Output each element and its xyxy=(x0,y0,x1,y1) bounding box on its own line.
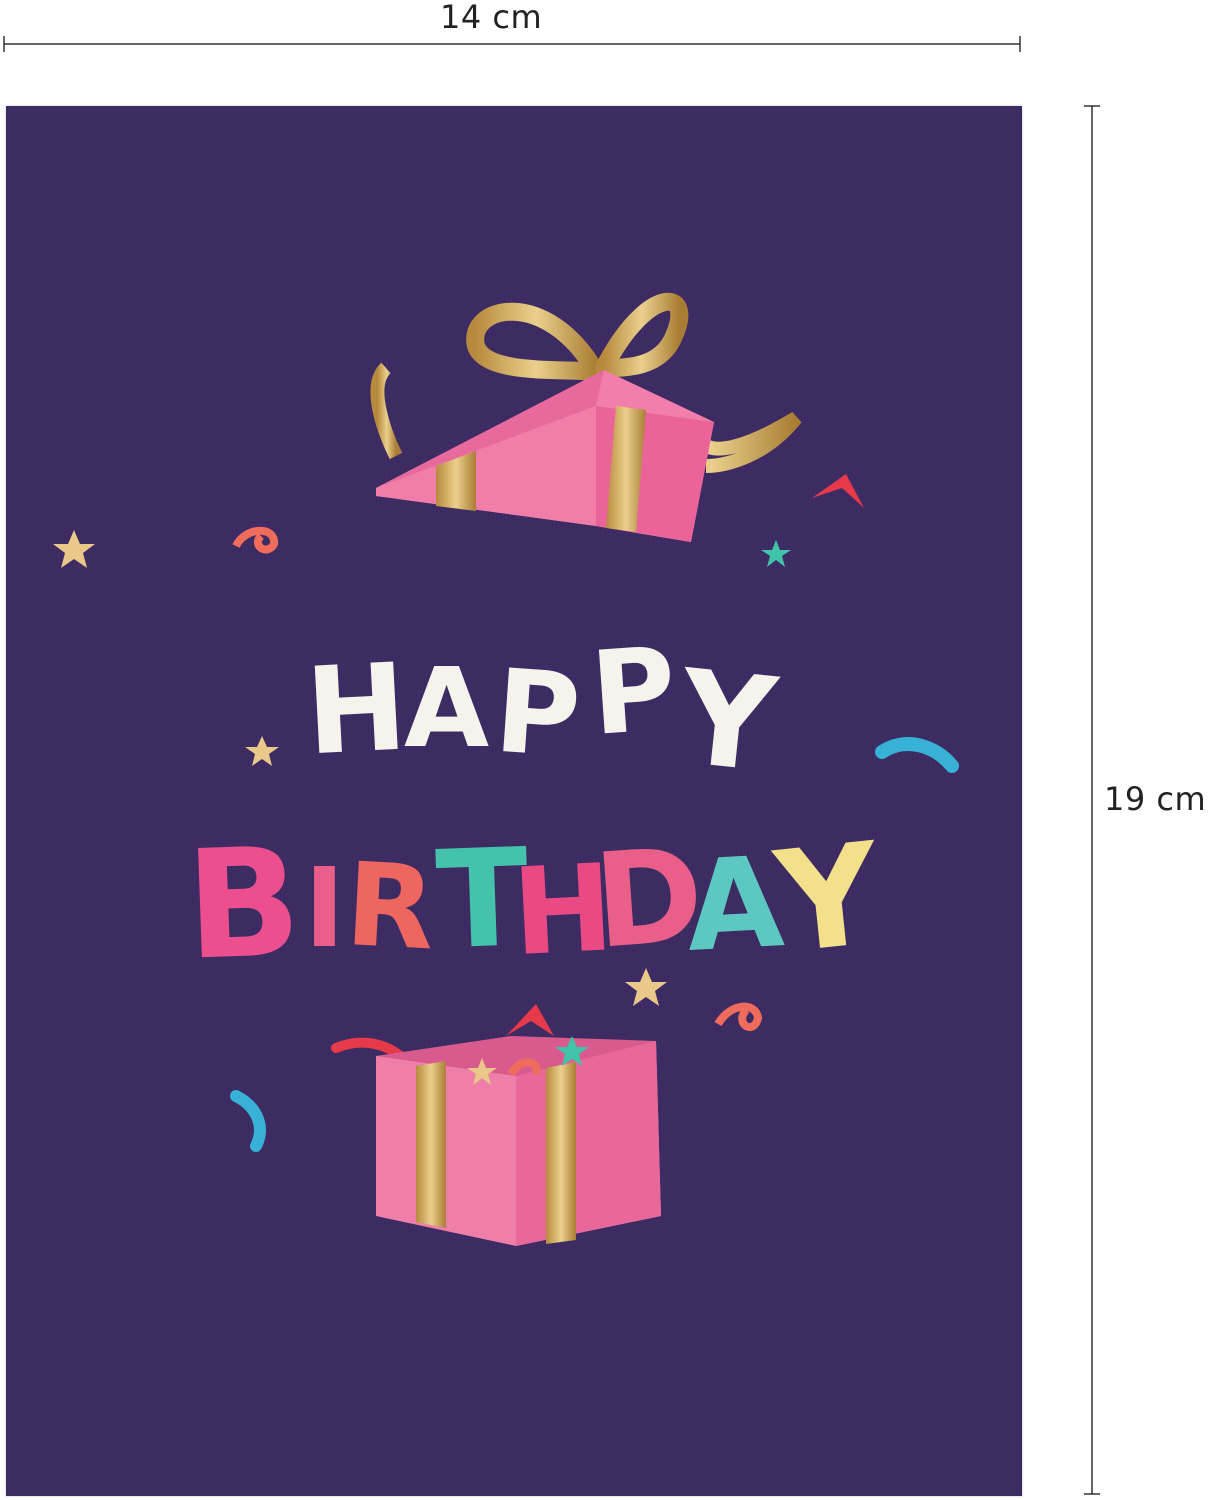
greeting-happy: H A P P Y xyxy=(303,622,784,802)
star-icon xyxy=(761,540,791,567)
card-artwork: H A P P Y B I R T H D A Y xyxy=(53,292,959,1246)
greeting-birthday-letter: R xyxy=(342,838,437,976)
gift-lid-icon xyxy=(370,292,802,542)
star-icon xyxy=(53,530,95,568)
greeting-happy-letter: P xyxy=(491,645,584,785)
greeting-happy-letter: H xyxy=(303,638,411,782)
birthday-card: H A P P Y B I R T H D A Y xyxy=(6,106,1022,1496)
greeting-birthday: B I R T H D A Y xyxy=(183,813,888,994)
gift-box-icon xyxy=(376,1036,661,1246)
star-icon xyxy=(245,736,279,766)
greeting-happy-letter: A xyxy=(404,644,489,772)
greeting-happy-letter: P xyxy=(587,622,680,762)
greeting-birthday-letter: B xyxy=(183,816,303,994)
greeting-birthday-letter: Y xyxy=(767,813,888,986)
greeting-birthday-letter: I xyxy=(304,844,345,972)
greeting-happy-letter: Y xyxy=(671,641,784,802)
